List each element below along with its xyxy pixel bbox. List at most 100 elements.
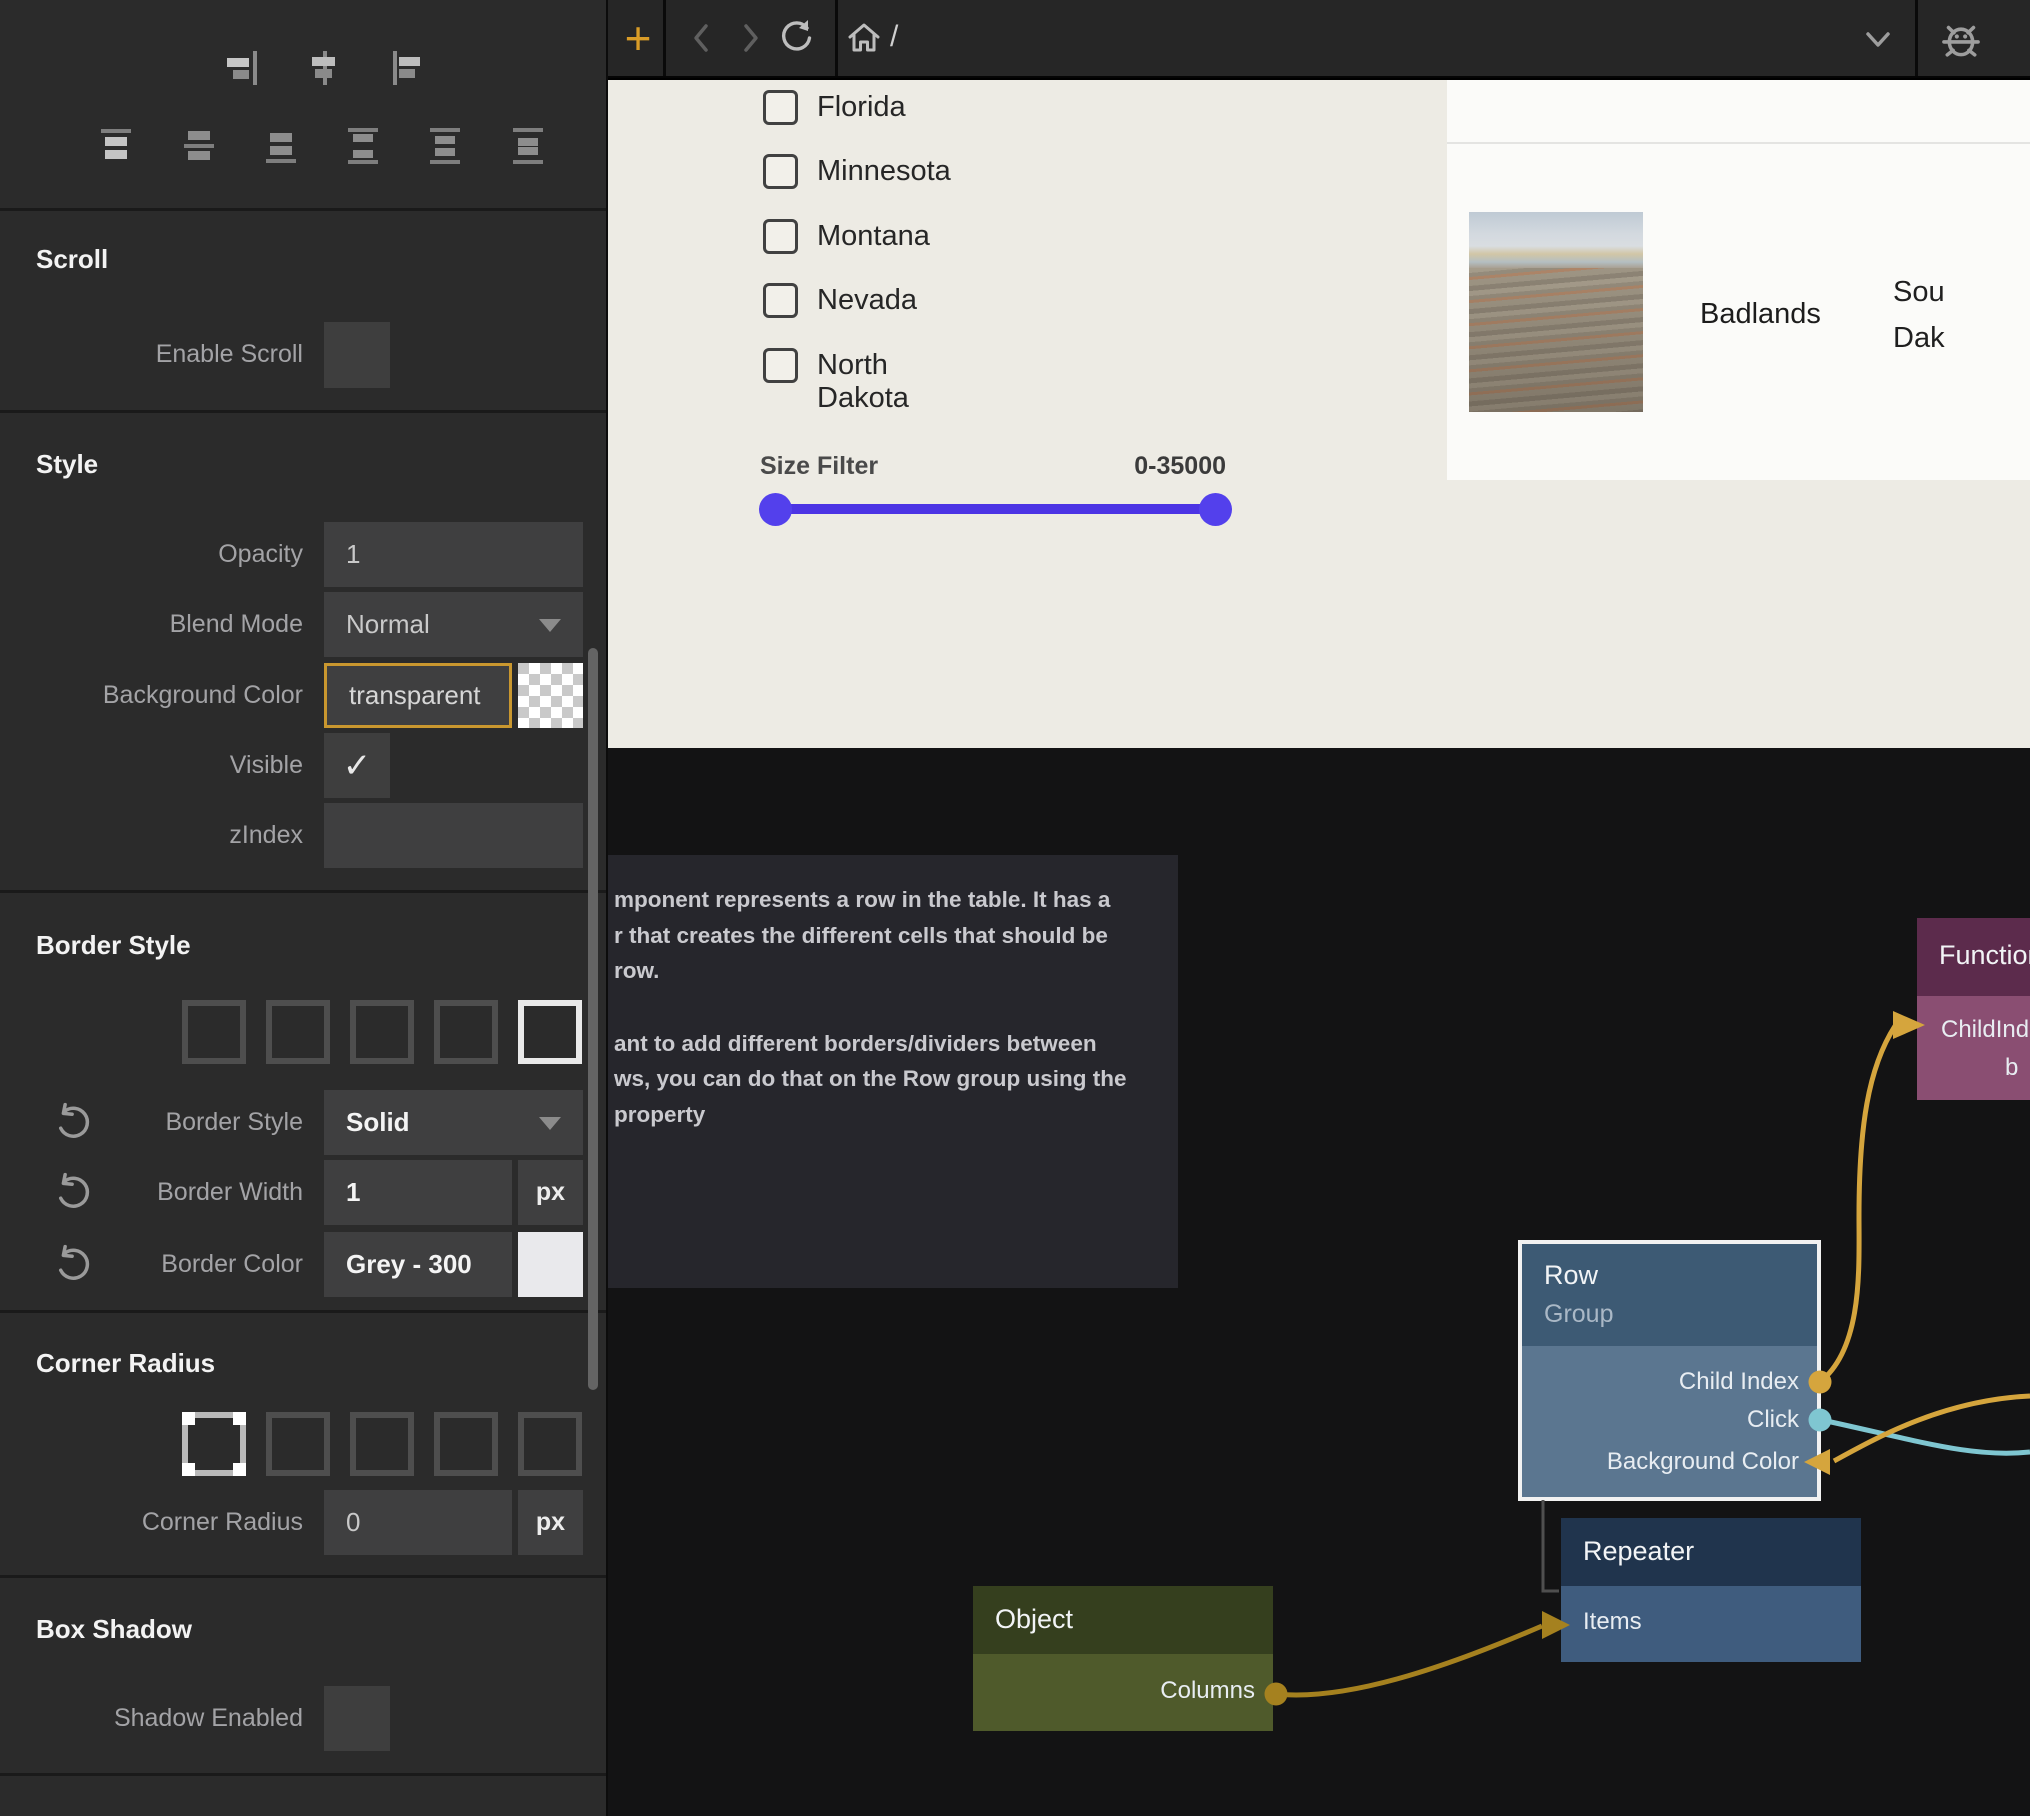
home-icon[interactable] bbox=[842, 16, 886, 60]
wire-into-background-color bbox=[1834, 1396, 2030, 1461]
wire-columns-to-items bbox=[1276, 1626, 1542, 1695]
row-park-name[interactable]: Badlands bbox=[1700, 298, 1821, 331]
shadow-enabled-checkbox[interactable] bbox=[324, 1686, 390, 1751]
toolbar-divider bbox=[1915, 0, 1918, 76]
border-side-all-button[interactable] bbox=[182, 1000, 246, 1064]
forward-icon[interactable] bbox=[728, 16, 772, 60]
chevron-down-icon bbox=[539, 619, 561, 632]
border-color-swatch[interactable] bbox=[518, 1232, 583, 1297]
checkbox[interactable] bbox=[763, 90, 798, 125]
background-color-swatch[interactable] bbox=[518, 663, 583, 728]
border-style-section-title: Border Style bbox=[36, 930, 191, 961]
node-header[interactable]: Function bbox=[1917, 918, 2030, 996]
checkbox[interactable] bbox=[763, 219, 798, 254]
node-header[interactable]: Object bbox=[973, 1586, 1273, 1654]
align-center-horizontal-icon[interactable] bbox=[303, 46, 347, 90]
section-divider bbox=[0, 1773, 606, 1776]
debug-bug-icon[interactable] bbox=[1936, 14, 1986, 64]
checkbox[interactable] bbox=[763, 348, 798, 383]
border-color-value: Grey - 300 bbox=[346, 1249, 472, 1280]
corner-bottom-right-button[interactable] bbox=[518, 1412, 582, 1476]
node-body[interactable]: ChildInde b bbox=[1917, 996, 2030, 1100]
node-row-group[interactable]: Row Group Child Index Click Background C… bbox=[1522, 1244, 1817, 1497]
border-side-bottom-button[interactable] bbox=[518, 1000, 582, 1064]
corner-all-button[interactable] bbox=[182, 1412, 246, 1476]
border-side-left-button[interactable] bbox=[266, 1000, 330, 1064]
node-help-tooltip: mponent represents a row in the table. I… bbox=[608, 855, 1178, 1288]
toolbar-divider bbox=[663, 0, 666, 76]
node-function[interactable]: Function ChildInde b bbox=[1917, 918, 2030, 1100]
chevron-down-icon[interactable] bbox=[1856, 18, 1900, 62]
node-body[interactable]: Child Index Click Background Color bbox=[1522, 1346, 1817, 1497]
node-title: Function bbox=[1939, 940, 2030, 971]
port-child-index[interactable]: Child Index bbox=[1679, 1368, 1799, 1396]
node-repeater[interactable]: Repeater Items bbox=[1561, 1518, 1861, 1662]
border-width-unit[interactable]: px bbox=[518, 1160, 583, 1225]
photo-sky bbox=[1469, 212, 1643, 268]
enable-scroll-checkbox[interactable] bbox=[324, 322, 390, 388]
results-table: Badlands Sou Dak bbox=[1447, 80, 2030, 480]
size-filter-slider-track[interactable] bbox=[775, 504, 1215, 514]
node-header[interactable]: Row Group bbox=[1522, 1244, 1817, 1346]
shadow-enabled-label: Shadow Enabled bbox=[43, 1704, 303, 1733]
tooltip-line: property bbox=[614, 1102, 705, 1127]
background-color-input[interactable]: transparent bbox=[324, 663, 512, 728]
justify-center-icon[interactable] bbox=[179, 124, 223, 168]
blend-mode-select[interactable]: Normal bbox=[324, 592, 583, 657]
corner-top-right-button[interactable] bbox=[350, 1412, 414, 1476]
tooltip-line: mponent represents a row in the table. I… bbox=[614, 887, 1110, 912]
justify-start-icon[interactable] bbox=[96, 124, 140, 168]
opacity-value: 1 bbox=[346, 539, 360, 570]
wire-click-out bbox=[1822, 1420, 2030, 1453]
space-evenly-icon[interactable] bbox=[508, 124, 552, 168]
corner-top-left-button[interactable] bbox=[266, 1412, 330, 1476]
section-divider bbox=[0, 1310, 606, 1313]
add-tab-button[interactable]: + bbox=[614, 0, 662, 76]
hierarchy-connector bbox=[1543, 1500, 1559, 1591]
space-between-icon[interactable] bbox=[343, 124, 387, 168]
visible-label: Visible bbox=[43, 751, 303, 780]
port-fragment-b[interactable]: b bbox=[2005, 1054, 2018, 1082]
opacity-label: Opacity bbox=[43, 540, 303, 569]
reload-icon[interactable] bbox=[775, 16, 819, 60]
slider-handle-max[interactable] bbox=[1199, 493, 1232, 526]
align-left-icon[interactable] bbox=[386, 46, 430, 90]
align-right-icon[interactable] bbox=[223, 46, 267, 90]
slider-handle-min[interactable] bbox=[759, 493, 792, 526]
border-color-input[interactable]: Grey - 300 bbox=[324, 1232, 512, 1297]
visible-checkbox[interactable]: ✓ bbox=[324, 733, 390, 798]
zindex-label: zIndex bbox=[43, 821, 303, 850]
url-path[interactable]: / bbox=[890, 20, 898, 54]
justify-end-icon[interactable] bbox=[261, 124, 305, 168]
corner-radius-input[interactable]: 0 bbox=[324, 1490, 512, 1555]
port-click[interactable]: Click bbox=[1747, 1406, 1799, 1434]
checkbox[interactable] bbox=[763, 154, 798, 189]
corner-bottom-left-button[interactable] bbox=[434, 1412, 498, 1476]
node-header[interactable]: Repeater bbox=[1561, 1518, 1861, 1586]
port-items[interactable]: Items bbox=[1583, 1608, 1642, 1636]
border-side-right-button[interactable] bbox=[434, 1000, 498, 1064]
border-side-top-button[interactable] bbox=[350, 1000, 414, 1064]
tooltip-line: row. bbox=[614, 958, 659, 983]
node-graph-editor[interactable]: mponent represents a row in the table. I… bbox=[608, 748, 2030, 1816]
port-background-color[interactable]: Background Color bbox=[1607, 1448, 1799, 1476]
opacity-input[interactable]: 1 bbox=[324, 522, 583, 587]
node-body[interactable]: Columns bbox=[973, 1654, 1273, 1731]
corner-radius-unit[interactable]: px bbox=[518, 1490, 583, 1555]
border-width-input[interactable]: 1 bbox=[324, 1160, 512, 1225]
node-body[interactable]: Items bbox=[1561, 1586, 1861, 1662]
port-childindex[interactable]: ChildInde bbox=[1941, 1016, 2030, 1044]
panel-scrollbar[interactable] bbox=[588, 648, 598, 1390]
back-icon[interactable] bbox=[680, 16, 724, 60]
zindex-input[interactable] bbox=[324, 803, 583, 868]
node-object[interactable]: Object Columns bbox=[973, 1586, 1273, 1731]
checkbox[interactable] bbox=[763, 283, 798, 318]
badlands-photo bbox=[1469, 212, 1643, 412]
border-width-label: Border Width bbox=[43, 1178, 303, 1207]
port-columns[interactable]: Columns bbox=[1160, 1677, 1255, 1705]
toolbar-divider bbox=[835, 0, 838, 76]
space-around-icon[interactable] bbox=[425, 124, 469, 168]
node-type: Group bbox=[1544, 1300, 1613, 1329]
box-shadow-section-title: Box Shadow bbox=[36, 1614, 192, 1645]
border-style-select[interactable]: Solid bbox=[324, 1090, 583, 1155]
